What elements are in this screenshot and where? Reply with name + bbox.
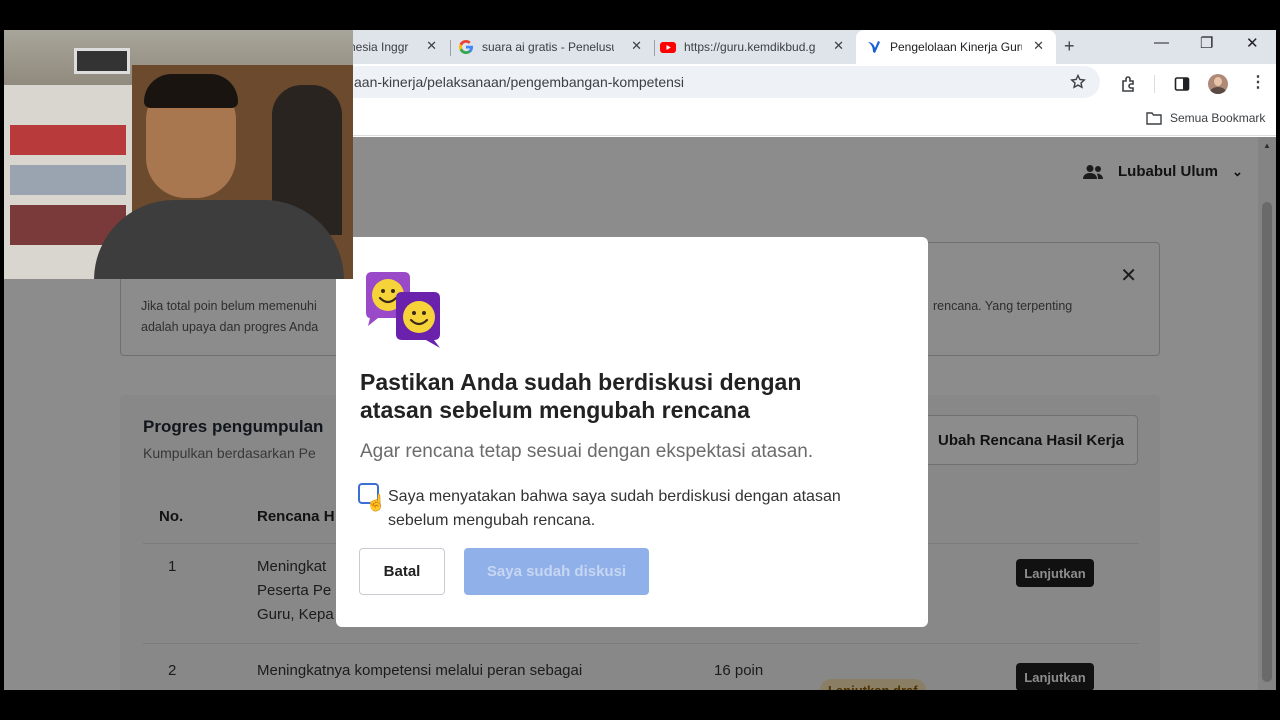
webcam-person-hair xyxy=(144,74,238,108)
confirm-dialog: Pastikan Anda sudah berdiskusi dengan at… xyxy=(336,237,928,627)
discussion-emoji-icon xyxy=(366,272,440,348)
all-bookmarks-label: Semua Bookmark xyxy=(1170,111,1266,125)
youtube-icon xyxy=(660,42,676,53)
tab-pengelolaan-kinerja[interactable]: Pengelolaan Kinerja Guru ✕ xyxy=(856,30,1056,64)
avatar[interactable] xyxy=(1208,74,1228,94)
tab-separator xyxy=(450,40,451,56)
tab-close-icon[interactable]: ✕ xyxy=(833,38,844,54)
tab-separator xyxy=(654,40,655,56)
tab-title: suara ai gratis - Penelusu xyxy=(482,40,614,54)
webcam-clock xyxy=(74,48,130,74)
tab-title: nesia Inggr xyxy=(349,40,409,54)
webcam-person-body xyxy=(94,200,344,279)
kebab-icon[interactable]: ⋮ xyxy=(1250,72,1266,92)
sidepanel-icon[interactable] xyxy=(1174,76,1190,92)
kemdikbud-logo-icon xyxy=(868,41,880,53)
tab-close-icon[interactable]: ✕ xyxy=(426,38,437,54)
close-window-button[interactable]: ✕ xyxy=(1246,34,1259,52)
minimize-button[interactable]: — xyxy=(1154,34,1169,51)
restore-button[interactable]: ❐ xyxy=(1200,34,1213,52)
checkbox-label[interactable]: Saya menyatakan bahwa saya sudah berdisk… xyxy=(388,485,888,533)
tab-close-icon[interactable]: ✕ xyxy=(1033,38,1044,54)
tab-title: https://guru.kemdikbud.g xyxy=(684,40,816,54)
puzzle-icon[interactable] xyxy=(1120,75,1138,93)
toolbar-divider xyxy=(1154,75,1155,93)
cancel-button[interactable]: Batal xyxy=(359,548,445,595)
hand-cursor-icon: ☝ xyxy=(366,495,386,512)
tab-close-icon[interactable]: ✕ xyxy=(631,38,642,54)
tab-google-search[interactable]: suara ai gratis - Penelusu ✕ xyxy=(458,30,654,64)
dialog-title: Pastikan Anda sudah berdiskusi dengan at… xyxy=(360,369,802,423)
new-tab-button[interactable]: + xyxy=(1064,36,1075,57)
folder-icon xyxy=(1146,112,1162,125)
tab-translate[interactable]: nesia Inggr ✕ xyxy=(349,30,449,64)
url-text: aan-kinerja/pelaksanaan/pengembangan-kom… xyxy=(354,74,685,90)
webcam-overlay xyxy=(4,30,353,279)
google-icon xyxy=(459,40,473,54)
all-bookmarks-button[interactable]: Semua Bookmark xyxy=(1146,111,1265,125)
star-icon[interactable] xyxy=(1070,74,1086,90)
confirm-discussed-button[interactable]: Saya sudah diskusi xyxy=(464,548,649,595)
dialog-subtitle: Agar rencana tetap sesuai dengan ekspekt… xyxy=(360,441,814,462)
tab-youtube[interactable]: https://guru.kemdikbud.g ✕ xyxy=(660,30,856,64)
tab-title: Pengelolaan Kinerja Guru xyxy=(890,40,1022,54)
